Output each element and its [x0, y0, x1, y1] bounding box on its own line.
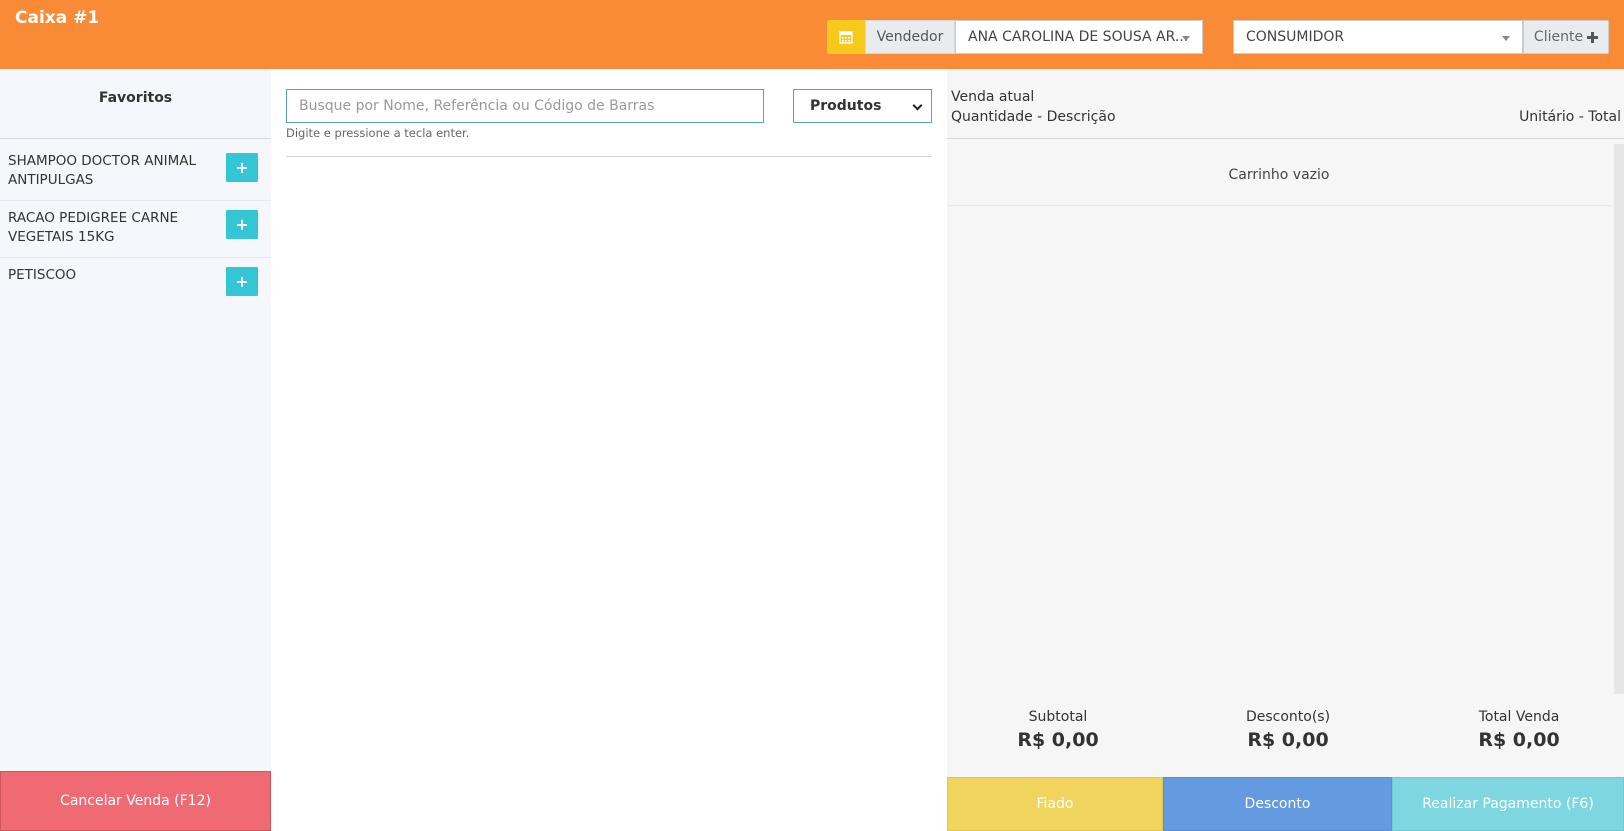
cart-empty-message: Carrinho vazio — [947, 145, 1611, 206]
fiado-button[interactable]: Fiado — [947, 777, 1163, 831]
total-block: Total Venda R$ 0,00 — [1429, 709, 1609, 751]
cart-column-right: Unitário - Total — [1519, 109, 1621, 125]
discount-button[interactable]: Desconto — [1163, 777, 1392, 831]
page-title: Caixa #1 — [15, 8, 100, 28]
vendor-label: Vendedor — [865, 20, 955, 54]
caret-down-icon — [1502, 36, 1510, 41]
favorite-item-label: SHAMPOO DOCTOR ANIMAL ANTIPULGAS — [8, 153, 196, 188]
plus-icon: + — [235, 158, 249, 177]
divider — [947, 138, 1624, 139]
favorites-title: Favoritos — [98, 90, 173, 106]
top-header: Caixa #1 Vendedor ANA CAROLINA DE SOUSA … — [0, 0, 1624, 69]
cart-heading: Venda atual — [951, 89, 1035, 105]
vendor-select[interactable]: ANA CAROLINA DE SOUSA AR... — [955, 20, 1203, 54]
search-input[interactable] — [286, 89, 764, 123]
cancel-sale-button[interactable]: Cancelar Venda (F12) — [0, 771, 271, 831]
add-client-button[interactable]: Cliente — [1523, 20, 1609, 54]
discount-label: Desconto(s) — [1245, 709, 1331, 725]
payment-button[interactable]: Realizar Pagamento (F6) — [1392, 777, 1624, 831]
caret-down-icon — [1182, 36, 1190, 41]
favorite-item-label: RACAO PEDIGREE CARNE VEGETAIS 15KG — [8, 210, 179, 245]
list-item: SHAMPOO DOCTOR ANIMAL ANTIPULGAS + — [0, 144, 271, 201]
list-item: RACAO PEDIGREE CARNE VEGETAIS 15KG + — [0, 201, 271, 258]
add-favorite-button[interactable]: + — [226, 153, 258, 182]
divider — [286, 156, 932, 157]
search-hint: Digite e pressione a tecla enter. — [286, 126, 470, 140]
chevron-down-icon — [912, 100, 923, 111]
calendar-button[interactable] — [827, 20, 865, 54]
plus-icon: + — [235, 272, 249, 291]
total-value: R$ 0,00 — [1478, 729, 1560, 751]
plus-icon — [1587, 31, 1599, 43]
subtotal-label: Subtotal — [1028, 709, 1088, 725]
vendor-value: ANA CAROLINA DE SOUSA AR... — [968, 29, 1189, 45]
favorite-item-label: PETISCOO — [8, 267, 77, 283]
add-favorite-button[interactable]: + — [226, 267, 258, 296]
plus-icon: + — [235, 215, 249, 234]
cart-column-left: Quantidade - Descrição — [951, 109, 1116, 125]
favorites-list: SHAMPOO DOCTOR ANIMAL ANTIPULGAS + RACAO… — [0, 144, 271, 315]
product-filter-value: Produtos — [810, 98, 882, 114]
add-favorite-button[interactable]: + — [226, 210, 258, 239]
list-item: PETISCOO + — [0, 258, 271, 315]
total-label: Total Venda — [1478, 709, 1560, 725]
product-filter-select[interactable]: Produtos — [793, 89, 932, 123]
favorites-sidebar: Favoritos SHAMPOO DOCTOR ANIMAL ANTIPULG… — [0, 69, 271, 831]
subtotal-value: R$ 0,00 — [1017, 729, 1099, 751]
client-select[interactable]: CONSUMIDOR — [1233, 20, 1523, 54]
add-client-label: Cliente — [1533, 29, 1584, 45]
cart-scrollbar[interactable] — [1614, 144, 1624, 694]
calendar-icon — [839, 31, 853, 44]
discount-block: Desconto(s) R$ 0,00 — [1198, 709, 1378, 751]
cart-panel: Venda atual Quantidade - Descrição Unitá… — [947, 69, 1624, 831]
divider — [0, 138, 271, 139]
subtotal-block: Subtotal R$ 0,00 — [968, 709, 1148, 751]
discount-value: R$ 0,00 — [1247, 729, 1329, 751]
client-value: CONSUMIDOR — [1246, 29, 1345, 45]
